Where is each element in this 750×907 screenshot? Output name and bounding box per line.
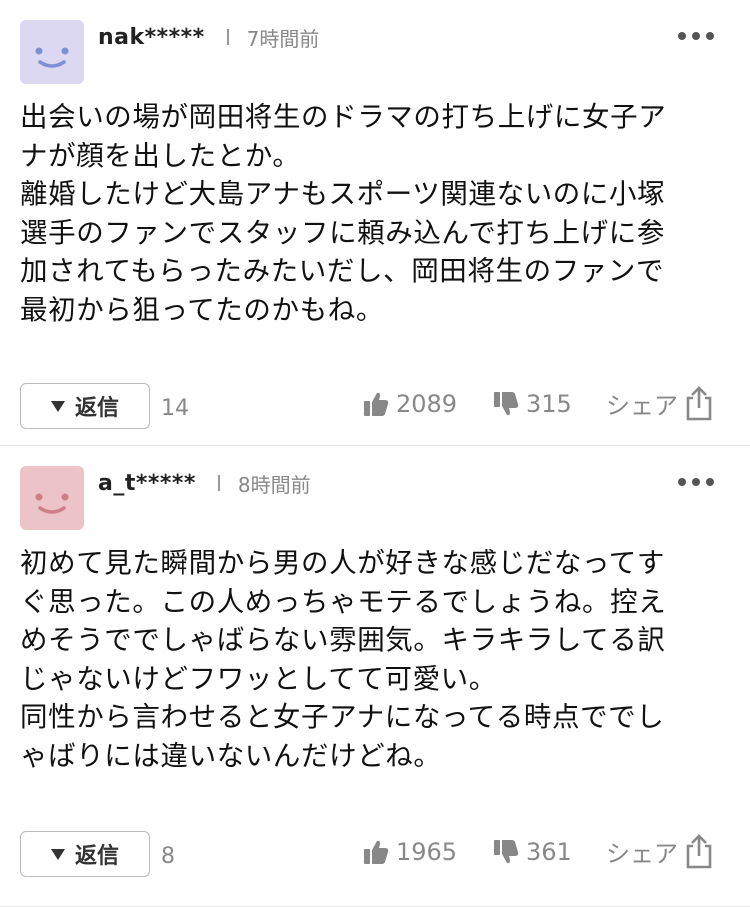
share-button[interactable]: シェア — [606, 385, 714, 421]
share-icon — [686, 386, 712, 421]
meta-divider — [217, 475, 220, 491]
share-icon — [686, 834, 712, 869]
like-count: 2089 — [396, 390, 458, 418]
like-button[interactable]: 1965 — [362, 838, 457, 866]
reply-button[interactable]: 返信 — [20, 383, 150, 429]
comment-item: nak***** 7時間前 出会いの場が岡田将生のドラマの打ち上げに女子ア ナが… — [0, 0, 750, 446]
share-label: シェア — [606, 839, 678, 868]
comment-text: 出会いの場が岡田将生のドラマの打ち上げに女子ア ナが顔を出したとか。 離婚したけ… — [20, 101, 667, 326]
meta-divider — [226, 29, 229, 45]
thumbs-up-icon — [364, 392, 389, 416]
username[interactable]: nak***** — [98, 25, 205, 50]
avatar[interactable] — [20, 466, 84, 530]
timestamp: 8時間前 — [237, 472, 311, 497]
caret-down-icon — [50, 400, 65, 412]
comment-item: a_t***** 8時間前 初めて見た瞬間から男の人が好きな感じだなってす ぐ思… — [0, 446, 750, 907]
thumbs-down-icon — [494, 840, 519, 864]
reply-count: 8 — [161, 844, 175, 869]
comment-text: 初めて見た瞬間から男の人が好きな感じだなってす ぐ思った。この人めっちゃモテるで… — [20, 547, 667, 772]
username[interactable]: a_t***** — [98, 471, 196, 496]
share-button[interactable]: シェア — [606, 833, 714, 869]
timestamp: 7時間前 — [246, 26, 320, 51]
avatar-face-icon — [35, 493, 69, 514]
more-dots-icon[interactable] — [678, 478, 714, 486]
reply-label: 返信 — [74, 396, 119, 421]
like-button[interactable]: 2089 — [362, 390, 457, 418]
dislike-button[interactable]: 361 — [492, 838, 572, 866]
reply-button[interactable]: 返信 — [20, 831, 150, 877]
comment-meta: a_t***** 8時間前 — [98, 466, 311, 500]
more-dots-icon[interactable] — [678, 32, 714, 40]
caret-down-icon — [50, 848, 65, 860]
thumbs-down-icon — [494, 392, 519, 416]
dislike-count: 315 — [526, 390, 572, 418]
thumbs-up-icon — [364, 840, 389, 864]
dislike-button[interactable]: 315 — [492, 390, 572, 418]
avatar[interactable] — [20, 20, 84, 84]
comment-list: nak***** 7時間前 出会いの場が岡田将生のドラマの打ち上げに女子ア ナが… — [0, 0, 750, 907]
like-count: 1965 — [396, 838, 458, 866]
share-label: シェア — [606, 391, 678, 420]
comment-meta: nak***** 7時間前 — [98, 20, 319, 54]
dislike-count: 361 — [526, 838, 572, 866]
avatar-face-icon — [35, 47, 69, 68]
reply-count: 14 — [161, 396, 189, 421]
reply-label: 返信 — [74, 844, 119, 869]
